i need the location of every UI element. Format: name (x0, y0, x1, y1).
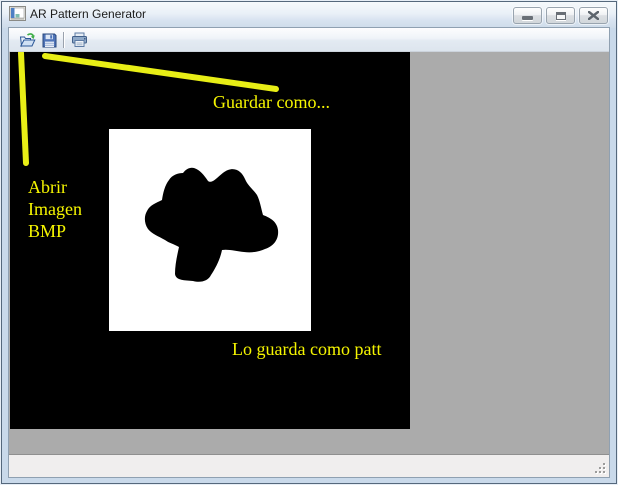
open-folder-icon (19, 33, 36, 48)
app-window: AR Pattern Generator Guardar como... Abr… (0, 0, 618, 485)
annotation-open-bmp: Abrir Imagen BMP (28, 176, 82, 242)
annotation-line-open (18, 52, 29, 166)
annotation-save-patt: Lo guarda como patt (232, 339, 382, 359)
close-button[interactable] (579, 7, 608, 24)
client-area: Guardar como... Abrir Imagen BMP Lo guar… (9, 28, 609, 477)
annotation-open-bmp-line3: BMP (28, 221, 67, 241)
close-icon (588, 11, 599, 20)
minimize-icon (522, 16, 533, 20)
print-button[interactable] (69, 30, 89, 50)
maximize-button[interactable] (546, 7, 575, 24)
window-title: AR Pattern Generator (30, 7, 147, 21)
resize-grip[interactable] (594, 462, 607, 475)
annotation-line-save (42, 53, 279, 92)
open-button[interactable] (17, 30, 37, 50)
save-button[interactable] (39, 30, 59, 50)
annotation-save-as: Guardar como... (213, 92, 330, 112)
minimize-button[interactable] (513, 7, 542, 24)
toolbar (9, 28, 609, 52)
window-controls (513, 7, 608, 24)
pattern-image (109, 129, 311, 331)
annotation-open-bmp-line1: Abrir (28, 177, 67, 197)
maximize-icon (555, 11, 566, 20)
toolbar-separator (63, 32, 64, 48)
app-window-icon (9, 6, 26, 21)
titlebar: AR Pattern Generator (2, 2, 616, 28)
pattern-blob (144, 167, 279, 282)
save-floppy-icon (42, 33, 56, 47)
annotation-open-bmp-line2: Imagen (28, 199, 82, 219)
app-icon[interactable] (9, 6, 26, 21)
workspace: Guardar como... Abrir Imagen BMP Lo guar… (9, 52, 609, 454)
print-icon (71, 32, 87, 47)
statusbar (9, 454, 609, 477)
pattern-canvas: Guardar como... Abrir Imagen BMP Lo guar… (10, 52, 410, 429)
